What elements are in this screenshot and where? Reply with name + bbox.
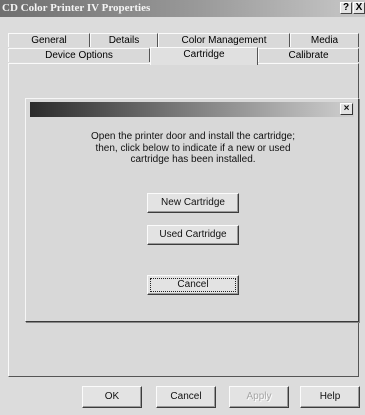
help-button[interactable]: Help (300, 386, 360, 408)
window-title-bar: CD Color Printer IV Properties ? X (0, 0, 365, 17)
dialog-message-line: Open the printer door and install the ca… (90, 131, 295, 142)
dialog-message-line: then, click below to indicate if a new o… (95, 142, 291, 154)
ok-button[interactable]: OK (82, 386, 142, 408)
close-icon[interactable]: X (353, 2, 365, 14)
dialog-message-line: cartridge has been installed. (130, 154, 256, 165)
dialog-close-icon[interactable]: × (340, 103, 353, 115)
tab-calibrate[interactable]: Calibrate (258, 48, 359, 62)
apply-button[interactable]: Apply (229, 386, 289, 408)
used-cartridge-button[interactable]: Used Cartridge (147, 225, 239, 245)
tab-cartridge[interactable]: Cartridge (150, 47, 258, 65)
tab-color-management[interactable]: Color Management (158, 33, 290, 47)
dialog-title-bar: × (30, 102, 354, 117)
tab-device-options[interactable]: Device Options (8, 48, 150, 62)
help-icon[interactable]: ? (340, 2, 352, 14)
dialog-cancel-button[interactable]: Cancel (147, 275, 239, 295)
tab-media[interactable]: Media (290, 33, 359, 47)
cancel-button[interactable]: Cancel (156, 386, 216, 408)
dialog-message: Open the printer door and install the ca… (66, 131, 320, 166)
window-title: CD Color Printer IV Properties (2, 2, 151, 14)
tab-general[interactable]: General (8, 33, 90, 47)
tab-details[interactable]: Details (90, 33, 158, 47)
install-cartridge-dialog: × Open the printer door and install the … (25, 98, 359, 322)
new-cartridge-button[interactable]: New Cartridge (147, 193, 239, 213)
